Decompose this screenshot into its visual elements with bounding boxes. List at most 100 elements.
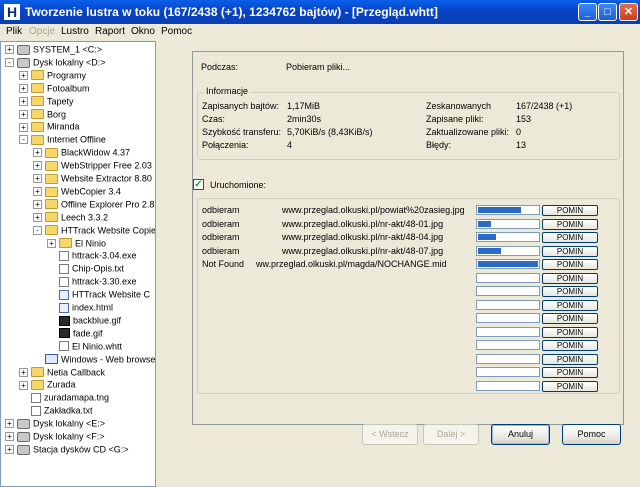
skip-button[interactable]: POMIN [542, 286, 598, 297]
next-button[interactable]: Dalej > [423, 424, 479, 445]
tree-item[interactable]: + WebCopier 3.4 [33, 185, 121, 197]
skip-button[interactable]: POMIN [542, 340, 598, 351]
expand-icon[interactable]: + [5, 445, 14, 455]
tree-item[interactable]: httrack-3.30.exe [47, 275, 137, 287]
collapse-icon[interactable]: - [19, 135, 28, 145]
expand-icon[interactable]: + [19, 109, 28, 119]
maximize-button[interactable]: □ [598, 3, 617, 21]
tree-item[interactable]: backblue.gif [47, 314, 121, 326]
minimize-button[interactable]: _ [578, 3, 597, 21]
folder-tree[interactable]: + SYSTEM_1 <C:> - Dysk lokalny <D:> + Program… [0, 41, 156, 487]
folder-icon [31, 367, 44, 378]
tree-item[interactable]: Windows - Web browse [33, 353, 155, 365]
tree-item[interactable]: + Netia Callback [19, 366, 105, 378]
expand-icon[interactable]: + [5, 432, 14, 442]
menu-opcje[interactable]: Opcje [29, 26, 55, 37]
tree-item[interactable]: + Programy [19, 69, 86, 81]
expand-icon[interactable]: + [19, 122, 28, 132]
back-button[interactable]: < Wstecz [362, 424, 418, 445]
collapse-icon[interactable]: - [5, 58, 14, 68]
expand-icon[interactable]: + [33, 174, 42, 184]
expand-icon[interactable]: + [33, 187, 42, 197]
expand-icon[interactable]: + [33, 148, 42, 158]
file-icon [59, 251, 69, 262]
tree-item-label: httrack-3.30.exe [72, 276, 137, 287]
expand-icon[interactable]: + [47, 238, 56, 248]
menu-pomoc[interactable]: Pomoc [161, 26, 192, 37]
tree-item[interactable]: + Dysk lokalny <E:> [5, 417, 105, 429]
transfer-progress-bar [476, 326, 540, 337]
help-button[interactable]: Pomoc [562, 424, 621, 445]
skip-button[interactable]: POMIN [542, 326, 598, 338]
menu-okno[interactable]: Okno [131, 26, 155, 37]
image-icon [59, 315, 70, 326]
window-icon [45, 354, 58, 365]
transfer-url: www.przeglad.olkuski.pl/nr-akt/48-04.jpg [282, 232, 444, 242]
tree-item-label: SYSTEM_1 <C:> [33, 44, 103, 55]
cancel-button[interactable]: Anuluj [491, 424, 550, 445]
tree-item[interactable]: + Stacja dysków CD <G:> [5, 443, 129, 455]
skip-button[interactable]: POMIN [542, 232, 598, 243]
skip-button[interactable]: POMIN [542, 245, 598, 257]
close-button[interactable]: ✕ [619, 3, 638, 21]
expand-icon[interactable]: + [19, 70, 28, 80]
expand-icon[interactable]: + [33, 199, 42, 209]
expand-icon[interactable]: + [33, 212, 42, 222]
podczas-value: Pobieram pliki... [286, 62, 351, 72]
skip-button[interactable]: POMIN [542, 218, 598, 230]
tree-item[interactable]: - Dysk lokalny <D:> [5, 56, 106, 68]
tree-item-label: Miranda [47, 122, 80, 133]
running-checkbox[interactable]: ✓ [193, 179, 204, 190]
tree-item[interactable]: - HTTrack Website Copie [33, 224, 155, 236]
info-label: Czas: [202, 114, 226, 124]
tree-item[interactable]: + El Ninio [47, 237, 106, 249]
skip-button[interactable]: POMIN [542, 259, 598, 270]
tree-item-label: zuradamapa.tng [44, 392, 110, 403]
expand-icon[interactable]: + [19, 96, 28, 106]
menu-plik[interactable]: Plik [6, 26, 22, 37]
tree-item[interactable]: Zakładka.txt [19, 404, 93, 416]
tree-item[interactable]: + Website Extractor 8.80 [33, 172, 152, 184]
tree-item[interactable]: index.html [47, 301, 113, 313]
expand-icon[interactable]: + [5, 419, 14, 429]
tree-item[interactable]: + WebStripper Free 2.03 [33, 159, 152, 171]
httrack-app-icon[interactable]: H [4, 4, 20, 20]
skip-button[interactable]: POMIN [542, 353, 598, 365]
expand-icon[interactable]: + [5, 45, 14, 55]
transfer-progress-bar [476, 259, 540, 269]
folder-icon [31, 109, 44, 120]
expand-icon[interactable]: + [19, 367, 28, 377]
expand-icon[interactable]: + [19, 380, 28, 390]
tree-item[interactable]: + Borg [19, 108, 66, 120]
tree-item[interactable]: zuradamapa.tng [19, 391, 109, 403]
tree-item-label: Dysk lokalny <D:> [33, 57, 106, 68]
tree-item[interactable]: - Internet Offline [19, 133, 106, 145]
tree-item[interactable]: + SYSTEM_1 <C:> [5, 43, 102, 55]
menu-raport[interactable]: Raport [95, 26, 125, 37]
expand-icon[interactable]: + [33, 161, 42, 171]
skip-button[interactable]: POMIN [542, 205, 598, 216]
tree-item[interactable]: fade.gif [47, 327, 103, 339]
tree-item[interactable]: + BlackWidow 4.37 [33, 146, 130, 158]
tree-item[interactable]: + Leech 3.3.2 [33, 211, 108, 223]
menu-lustro[interactable]: Lustro [61, 26, 89, 37]
tree-item[interactable]: + Dysk lokalny <F:> [5, 430, 105, 442]
skip-button[interactable]: POMIN [542, 272, 598, 284]
tree-item[interactable]: + Miranda [19, 120, 80, 133]
skip-button[interactable]: POMIN [542, 367, 598, 378]
skip-button[interactable]: POMIN [542, 380, 598, 392]
tree-item[interactable]: HTTrack Website C [47, 288, 150, 300]
info-value: 13 [516, 140, 527, 150]
tree-item[interactable]: + Offline Explorer Pro 2.8 [33, 198, 154, 210]
skip-button[interactable]: POMIN [542, 299, 598, 311]
tree-item[interactable]: + Tapety [19, 95, 74, 107]
tree-item[interactable]: + Fotoalbum [19, 82, 90, 94]
collapse-icon[interactable]: - [33, 225, 42, 235]
skip-button[interactable]: POMIN [542, 313, 598, 324]
tree-item[interactable]: El Ninio.whtt [47, 340, 122, 352]
expand-icon[interactable]: + [19, 83, 28, 93]
tree-item[interactable]: Chip-Opis.txt [47, 262, 124, 274]
tree-item[interactable]: httrack-3.04.exe [47, 249, 137, 262]
transfer-status: odbieram [202, 245, 240, 256]
tree-item[interactable]: + Zurada [19, 378, 76, 391]
